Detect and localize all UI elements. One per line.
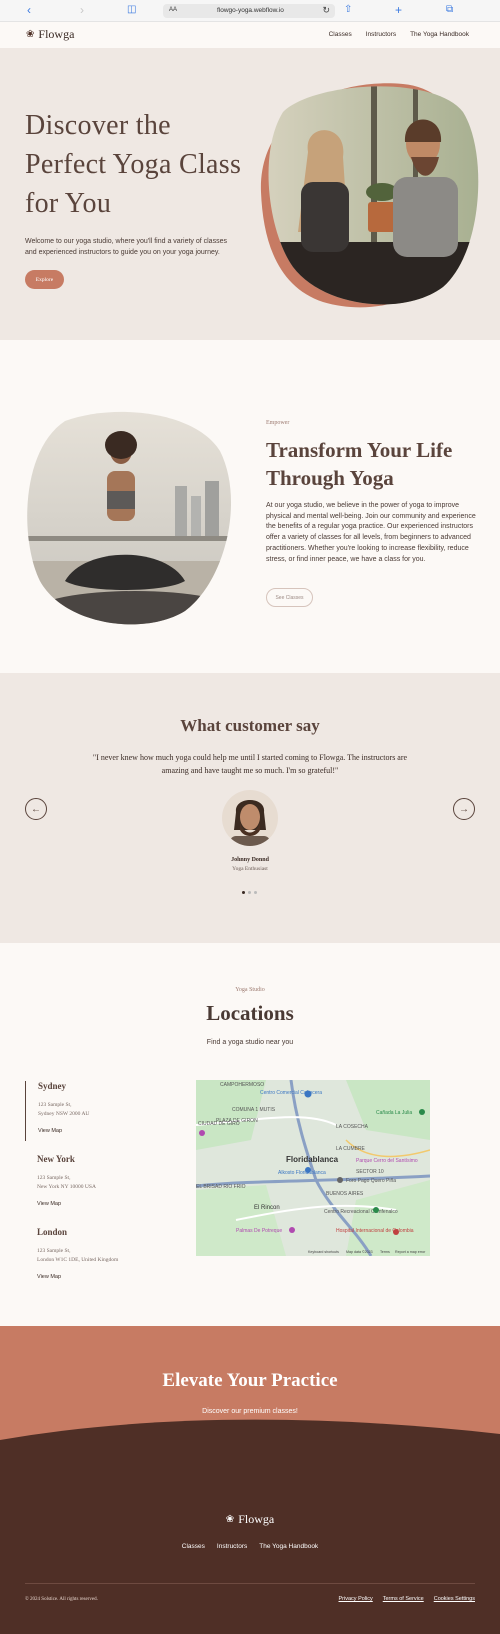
- locations-eyebrow: Yoga Studio: [235, 987, 265, 993]
- testimonial-section: What customer say "I never knew how much…: [0, 673, 500, 943]
- location-address: 123 Sample St, New York NY 10000 USA: [37, 1175, 96, 1190]
- slider-dot[interactable]: [248, 891, 251, 894]
- map-footer-text[interactable]: Keyboard shortcuts: [308, 1250, 339, 1254]
- map-label: Floridablanca: [286, 1155, 339, 1164]
- lotus-icon: ❀: [225, 1514, 235, 1525]
- share-icon[interactable]: ⇧: [344, 4, 352, 15]
- terms-link[interactable]: Terms of Service: [383, 1596, 424, 1602]
- nav-link-classes[interactable]: Classes: [329, 31, 352, 38]
- map-label: Palmas De Potreque: [236, 1228, 282, 1234]
- hero-section: Discover the Perfect Yoga Class for You …: [0, 48, 500, 340]
- reader-aa[interactable]: AA: [169, 7, 177, 13]
- location-city: London: [37, 1227, 68, 1237]
- about-text: At our yoga studio, we believe in the po…: [266, 502, 476, 563]
- avatar: [222, 790, 278, 846]
- explore-button[interactable]: Explore: [25, 270, 64, 289]
- view-map-link[interactable]: View Map: [37, 1201, 61, 1207]
- location-city: Sydney: [38, 1081, 67, 1091]
- map-label: Cañada La Julia: [376, 1110, 412, 1116]
- map-footer-text[interactable]: Terms: [380, 1250, 390, 1254]
- address-bar[interactable]: AA flowgo-yoga.webflow.io ↻: [163, 4, 335, 18]
- sidebar-icon[interactable]: ◫: [127, 4, 136, 15]
- legal-links: Privacy Policy Terms of Service Cookies …: [339, 1596, 475, 1602]
- cta-title: Elevate Your Practice: [162, 1370, 338, 1391]
- map-label: Parque Cerro del Santísimo: [356, 1158, 418, 1164]
- forward-icon[interactable]: ›: [80, 3, 84, 17]
- locations-title: Locations: [206, 1001, 294, 1025]
- map-label: CAMPOHERMOSO: [220, 1082, 264, 1088]
- map-label: El Rincon: [254, 1205, 280, 1211]
- map-label: BUENOS AIRES: [326, 1191, 364, 1197]
- brand-name: Flowga: [38, 27, 75, 41]
- map-label: LA CUMBRE: [336, 1146, 366, 1152]
- map-label: CIUDAD DE GIRO: [198, 1121, 240, 1127]
- copyright: © 2024 Solstice. All rights reserved.: [25, 1597, 98, 1602]
- location-address: 123 Sample St, Sydney NSW 2000 AU: [38, 1102, 90, 1117]
- location-city: New York: [37, 1154, 75, 1164]
- footer-link-instructors[interactable]: Instructors: [217, 1543, 247, 1550]
- view-map-link[interactable]: View Map: [38, 1128, 62, 1134]
- nav-link-handbook[interactable]: The Yoga Handbook: [410, 31, 469, 38]
- location-map[interactable]: CAMPOHERMOSO Centro Comercial Cabecera C…: [196, 1080, 430, 1256]
- footer-links: Classes Instructors The Yoga Handbook: [0, 1543, 500, 1550]
- footer-divider: [25, 1583, 475, 1584]
- footer-brand: Flowga: [238, 1512, 275, 1526]
- new-tab-icon[interactable]: +: [395, 3, 402, 17]
- slider-dots: [242, 891, 257, 894]
- map-label: EL BRISAD RIO FRIO: [196, 1184, 246, 1190]
- hero-text: Welcome to our yoga studio, where you'll…: [25, 238, 227, 256]
- nav-links: Classes Instructors The Yoga Handbook: [329, 31, 469, 38]
- map-footer-text: Map data ©2023: [346, 1250, 373, 1254]
- location-new-york[interactable]: New York 123 Sample St, New York NY 1000…: [25, 1154, 155, 1214]
- next-arrow-button[interactable]: →: [453, 798, 475, 820]
- site-footer: ❀ Flowga Classes Instructors The Yoga Ha…: [0, 1419, 500, 1634]
- cookies-settings-link[interactable]: Cookies Settings: [434, 1596, 475, 1602]
- location-sydney[interactable]: Sydney 123 Sample St, Sydney NSW 2000 AU…: [25, 1081, 155, 1141]
- brand-logo[interactable]: ❀ Flowga: [26, 27, 74, 42]
- prev-arrow-button[interactable]: ←: [25, 798, 47, 820]
- hero-title: Discover the Perfect Yoga Class for You: [25, 110, 242, 219]
- testimonial-quote: "I never knew how much yoga could help m…: [92, 753, 408, 775]
- reload-icon[interactable]: ↻: [322, 5, 330, 16]
- slider-dot[interactable]: [254, 891, 257, 894]
- lotus-icon: ❀: [26, 29, 35, 40]
- privacy-policy-link[interactable]: Privacy Policy: [339, 1596, 373, 1602]
- map-label: SECTOR 10: [356, 1169, 384, 1175]
- slider-dot[interactable]: [242, 891, 245, 894]
- locations-subtitle: Find a yoga studio near you: [206, 1039, 294, 1046]
- location-address: 123 Sample St, London W1C 1DE, United Ki…: [37, 1248, 119, 1263]
- testimonial-name: Johnny Donnd: [231, 857, 269, 863]
- footer-logo[interactable]: ❀ Flowga: [0, 1512, 500, 1527]
- testimonial-title: What customer say: [180, 716, 320, 735]
- about-eyebrow: Empower: [266, 420, 290, 426]
- tabs-icon[interactable]: ⧉: [446, 4, 453, 15]
- footer-link-classes[interactable]: Classes: [182, 1543, 205, 1550]
- site-nav: ❀ Flowga Classes Instructors The Yoga Ha…: [0, 22, 500, 48]
- map-label: Centro Comercial Cabecera: [260, 1090, 322, 1096]
- hero-image: [260, 83, 479, 308]
- view-map-link[interactable]: View Map: [37, 1274, 61, 1280]
- footer-wave: [0, 1419, 500, 1442]
- about-image: [27, 411, 232, 625]
- map-label: Alkosto Floridablanca: [278, 1170, 326, 1176]
- location-london[interactable]: London 123 Sample St, London W1C 1DE, Un…: [25, 1227, 155, 1287]
- testimonial-role: Yoga Enthusiast: [232, 866, 268, 872]
- about-title: Transform Your Life Through Yoga: [266, 438, 453, 490]
- url-text: flowgo-yoga.webflow.io: [217, 7, 284, 14]
- map-footer-text[interactable]: Report a map error: [395, 1250, 426, 1254]
- nav-link-instructors[interactable]: Instructors: [366, 31, 396, 38]
- map-label: COMUNA 1 MUTIS: [232, 1107, 276, 1113]
- see-classes-button[interactable]: See Classes: [266, 588, 313, 607]
- map-label: Hospital Internacional de Colombia: [336, 1228, 414, 1234]
- browser-toolbar: ‹ › ◫ AA flowgo-yoga.webflow.io ↻ ⇧ + ⧉: [0, 0, 500, 22]
- map-label: Foro Pago Quero Piña: [346, 1178, 396, 1184]
- map-label: LA COSECHA: [336, 1124, 369, 1130]
- footer-link-handbook[interactable]: The Yoga Handbook: [259, 1543, 318, 1550]
- map-label: Centro Recreacional Comfenalco: [324, 1209, 398, 1215]
- back-icon[interactable]: ‹: [27, 3, 31, 17]
